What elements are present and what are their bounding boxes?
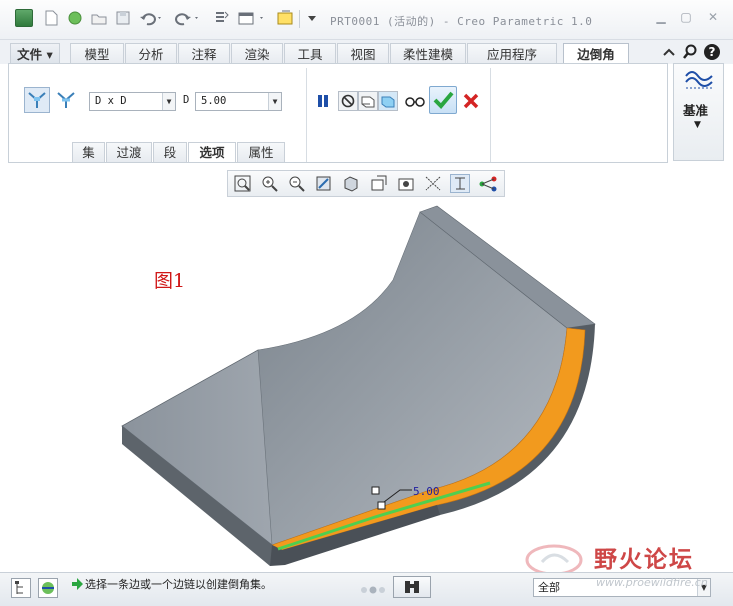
tab-render[interactable]: 渲染 [231,43,283,64]
app-logo-icon[interactable] [15,9,33,27]
tab-annotate[interactable]: 注释 [178,43,230,64]
minimize-icon[interactable]: ▁ [654,11,668,23]
window-title: PRT0001 (活动的) - Creo Parametric 1.0 [330,15,593,28]
tab-tools[interactable]: 工具 [284,43,336,64]
subtab-options[interactable]: 选项 [188,142,236,162]
find-icon[interactable] [393,576,431,598]
ok-icon[interactable] [429,86,457,114]
undo-icon[interactable] [139,9,163,27]
subtab-properties[interactable]: 属性 [237,142,285,162]
subtab-transitions[interactable]: 过渡 [106,142,152,162]
no-preview-icon[interactable] [338,91,358,111]
refit-icon[interactable] [233,174,253,193]
selection-filter-value: 全部 [538,581,560,594]
d-value-input[interactable]: 5.00 ▼ [195,92,282,111]
d-value: 5.00 [201,95,227,107]
drag-handle[interactable] [371,486,380,495]
close-window-icon[interactable] [276,9,294,27]
tab-applications[interactable]: 应用程序 [467,43,557,64]
tab-file[interactable]: 文件 ▾ [10,43,60,64]
cancel-icon[interactable] [462,92,480,110]
chamfer-dimension[interactable]: 5.00 [413,485,440,498]
regenerate-icon[interactable] [212,9,230,27]
set-mode-icon[interactable] [24,87,50,113]
maximize-icon[interactable]: ▢ [679,11,693,23]
model-tree-icon[interactable] [11,578,31,598]
zoom-in-icon[interactable] [260,174,280,193]
graphics-area[interactable] [0,200,733,572]
toolbar-divider [299,10,300,28]
spin-center-icon[interactable] [478,174,498,193]
windows-icon[interactable] [237,9,267,27]
customize-icon[interactable] [305,9,319,27]
help-icon[interactable]: ? [704,44,720,60]
collapse-ribbon-icon[interactable] [662,46,676,60]
chevron-down-icon: ▼ [694,120,701,130]
open-icon[interactable] [66,9,84,27]
dimension-scheme-select[interactable]: D x D ▼ [89,92,176,111]
zoom-out-icon[interactable] [287,174,307,193]
subtab-sets[interactable]: 集 [72,142,105,162]
ribbon-divider [306,68,307,162]
progress-indicator [360,583,386,594]
figure-label: 图1 [154,270,186,292]
perspective-icon[interactable] [423,174,443,193]
folder-icon[interactable] [90,9,108,27]
repaint-icon[interactable] [314,174,334,193]
watermark-url: www.proewildfire.cn [596,576,708,589]
subtab-segments[interactable]: 段 [153,142,187,162]
browser-icon[interactable] [38,578,58,598]
pause-icon[interactable] [315,92,331,110]
chevron-down-icon: ▼ [268,93,281,110]
message-arrow-icon [70,576,84,592]
drag-handle[interactable] [377,501,386,510]
tab-analysis[interactable]: 分析 [125,43,177,64]
dimension-scheme-value: D x D [95,95,127,107]
preview-icon[interactable] [358,91,378,111]
search-icon[interactable] [682,44,698,60]
watermark-text: 野火论坛 [594,547,694,573]
ribbon-divider [490,68,491,162]
close-icon[interactable]: ✕ [706,11,720,23]
saved-views-icon[interactable] [369,174,389,193]
part-model[interactable] [0,200,733,572]
transition-mode-icon[interactable] [54,88,78,112]
verify-icon[interactable] [378,91,398,111]
new-icon[interactable] [42,9,60,27]
annotation-display-icon[interactable] [450,174,470,193]
glasses-icon[interactable] [404,93,426,109]
d-label: D [183,94,190,106]
tab-edge-chamfer[interactable]: 边倒角 [563,43,629,65]
tab-view[interactable]: 视图 [337,43,389,64]
display-style-icon[interactable] [341,174,361,193]
tab-flexible-modeling[interactable]: 柔性建模 [390,43,466,64]
datum-icon [683,68,715,96]
datum-label: 基准 [683,103,709,118]
view-manager-icon[interactable] [396,174,416,193]
save-icon[interactable] [114,9,132,27]
datum-group[interactable]: 基准 ▼ [673,63,724,161]
tab-model[interactable]: 模型 [70,43,124,64]
status-message: 选择一条边或一个边链以创建倒角集。 [85,578,272,591]
chevron-down-icon: ▼ [162,93,175,110]
redo-icon[interactable] [174,9,200,27]
